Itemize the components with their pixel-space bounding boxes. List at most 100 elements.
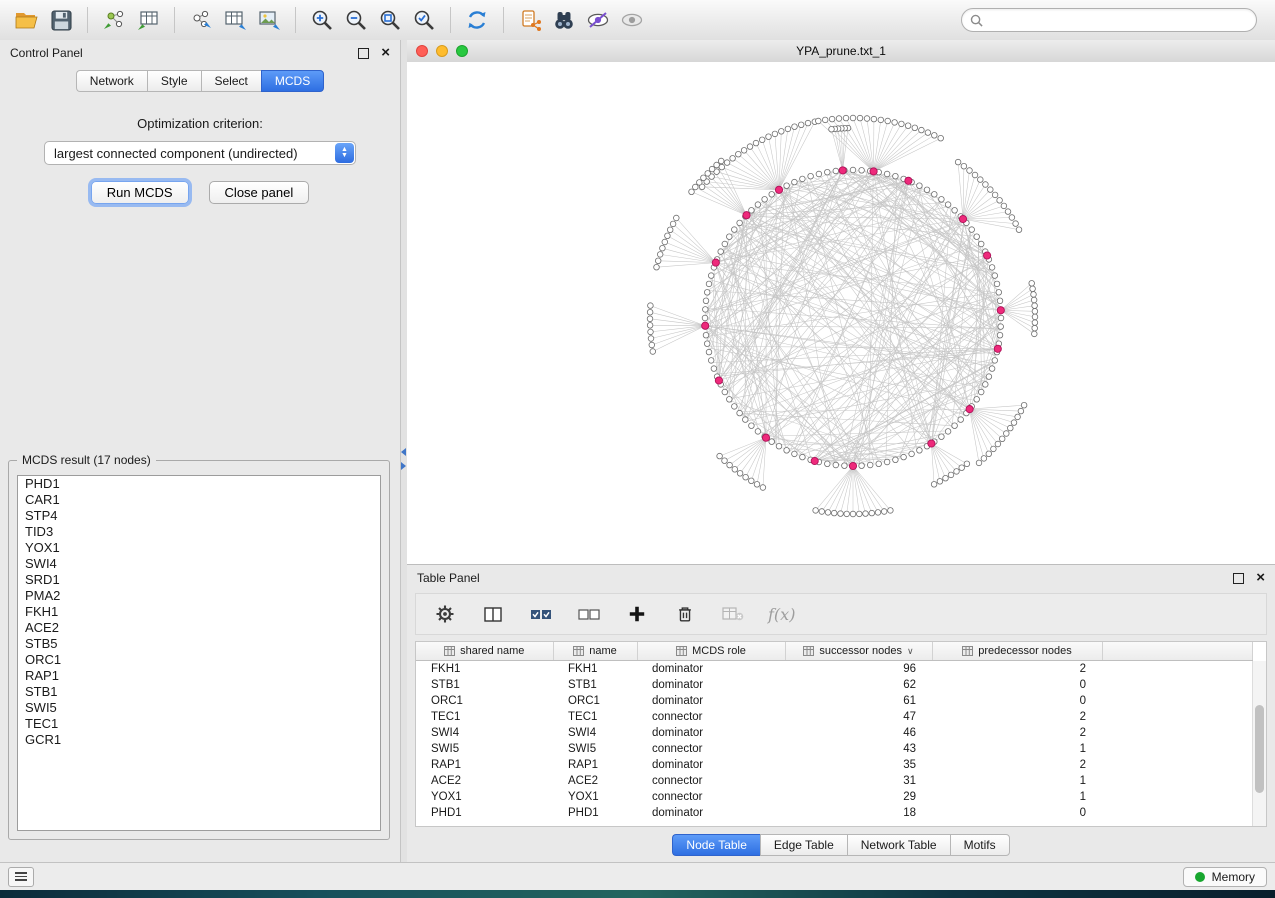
zoom-selected-button[interactable] xyxy=(407,5,441,35)
mcds-result-item[interactable]: ACE2 xyxy=(18,620,380,636)
mcds-result-item[interactable]: TEC1 xyxy=(18,716,380,732)
tab-motifs[interactable]: Motifs xyxy=(950,834,1010,856)
tab-edge-table[interactable]: Edge Table xyxy=(760,834,847,856)
network-window-titlebar[interactable]: YPA_prune.txt_1 xyxy=(407,40,1275,63)
column-icon xyxy=(573,646,584,656)
export-table-button[interactable] xyxy=(218,5,252,35)
zoom-out-button[interactable] xyxy=(339,5,373,35)
table-row[interactable]: PHD1PHD1dominator180 xyxy=(416,805,1253,821)
deselect-all-rows-button[interactable] xyxy=(576,601,602,627)
float-panel-icon[interactable] xyxy=(358,48,369,59)
select-all-rows-button[interactable] xyxy=(528,601,554,627)
table-row[interactable]: SWI5SWI5connector431 xyxy=(416,741,1253,757)
hide-edges-button[interactable] xyxy=(581,5,615,35)
delete-table-button[interactable] xyxy=(720,601,746,627)
mcds-result-item[interactable]: SWI5 xyxy=(18,700,380,716)
delete-column-button[interactable] xyxy=(672,601,698,627)
zoom-fit-button[interactable] xyxy=(373,5,407,35)
table-cell: STB1 xyxy=(553,677,637,693)
share-document-button[interactable] xyxy=(513,5,547,35)
table-cell: RAP1 xyxy=(553,757,637,773)
collapse-right-icon[interactable] xyxy=(401,462,406,470)
window-maximize-icon[interactable] xyxy=(456,45,468,57)
table-row[interactable]: ORC1ORC1dominator610 xyxy=(416,693,1253,709)
table-cell: 35 xyxy=(785,757,932,773)
close-table-panel-icon[interactable]: × xyxy=(1256,573,1265,583)
export-network-button[interactable] xyxy=(184,5,218,35)
tab-network[interactable]: Network xyxy=(76,70,147,92)
table-row[interactable]: FKH1FKH1dominator962 xyxy=(416,661,1253,678)
column-header-name[interactable]: name xyxy=(553,642,637,661)
function-builder-button[interactable]: f(x) xyxy=(768,605,795,624)
mcds-result-item[interactable]: PHD1 xyxy=(18,476,380,492)
window-close-icon[interactable] xyxy=(416,45,428,57)
tab-node-table[interactable]: Node Table xyxy=(672,834,760,856)
table-row[interactable]: YOX1YOX1connector291 xyxy=(416,789,1253,805)
list-icon xyxy=(15,872,27,874)
table-cell: 18 xyxy=(785,805,932,821)
table-scrollbar-thumb[interactable] xyxy=(1255,705,1264,793)
mcds-result-item[interactable]: TID3 xyxy=(18,524,380,540)
import-table-button[interactable] xyxy=(131,5,165,35)
close-panel-icon[interactable]: × xyxy=(381,48,390,58)
network-canvas[interactable] xyxy=(407,62,1275,564)
collapse-left-icon[interactable] xyxy=(401,448,406,456)
run-mcds-button[interactable]: Run MCDS xyxy=(91,181,189,204)
column-header-successor-nodes[interactable]: successor nodes ∨ xyxy=(785,642,932,661)
table-row[interactable]: STB1STB1dominator620 xyxy=(416,677,1253,693)
save-session-button[interactable] xyxy=(44,5,78,35)
export-image-button[interactable] xyxy=(252,5,286,35)
show-all-button[interactable] xyxy=(615,5,649,35)
global-search-field[interactable] xyxy=(961,8,1257,32)
open-session-button[interactable] xyxy=(10,5,44,35)
table-row[interactable]: TEC1TEC1connector472 xyxy=(416,709,1253,725)
table-scrollbar[interactable] xyxy=(1252,661,1266,826)
delete-table-icon xyxy=(722,606,744,622)
mcds-result-item[interactable]: FKH1 xyxy=(18,604,380,620)
zoom-in-button[interactable] xyxy=(305,5,339,35)
mcds-result-item[interactable]: STP4 xyxy=(18,508,380,524)
table-row[interactable]: ACE2ACE2connector311 xyxy=(416,773,1253,789)
column-header-predecessor-nodes[interactable]: predecessor nodes xyxy=(932,642,1102,661)
tab-network-table[interactable]: Network Table xyxy=(847,834,950,856)
table-row[interactable]: RAP1RAP1dominator352 xyxy=(416,757,1253,773)
mcds-result-item[interactable]: SRD1 xyxy=(18,572,380,588)
column-header-shared-name[interactable]: shared name xyxy=(416,642,553,661)
tab-style[interactable]: Style xyxy=(147,70,201,92)
task-history-button[interactable] xyxy=(8,867,34,887)
tab-mcds[interactable]: MCDS xyxy=(261,70,324,92)
refresh-view-button[interactable] xyxy=(460,5,494,35)
close-panel-button[interactable]: Close panel xyxy=(209,181,310,204)
float-table-panel-icon[interactable] xyxy=(1233,573,1244,584)
zoom-fit-icon xyxy=(379,9,402,32)
table-cell: 0 xyxy=(932,677,1102,693)
tab-select[interactable]: Select xyxy=(201,70,261,92)
mcds-result-item[interactable]: SWI4 xyxy=(18,556,380,572)
table-cell: SWI5 xyxy=(553,741,637,757)
criterion-dropdown[interactable]: largest connected component (undirected)… xyxy=(44,141,356,165)
mcds-result-item[interactable]: CAR1 xyxy=(18,492,380,508)
mcds-result-list[interactable]: PHD1CAR1STP4TID3YOX1SWI4SRD1PMA2FKH1ACE2… xyxy=(17,475,381,831)
column-icon xyxy=(803,646,814,656)
window-minimize-icon[interactable] xyxy=(436,45,448,57)
mcds-result-item[interactable]: YOX1 xyxy=(18,540,380,556)
import-network-button[interactable] xyxy=(97,5,131,35)
table-cell: TEC1 xyxy=(416,709,553,725)
mcds-result-item[interactable]: RAP1 xyxy=(18,668,380,684)
mcds-result-item[interactable]: ORC1 xyxy=(18,652,380,668)
column-header-filler xyxy=(1102,642,1253,661)
table-settings-button[interactable] xyxy=(432,601,458,627)
mcds-result-item[interactable]: GCR1 xyxy=(18,732,380,748)
table-row[interactable]: SWI4SWI4dominator462 xyxy=(416,725,1253,741)
search-network-button[interactable] xyxy=(547,5,581,35)
memory-button[interactable]: Memory xyxy=(1183,867,1267,887)
mcds-result-item[interactable]: STB5 xyxy=(18,636,380,652)
mcds-result-item[interactable]: STB1 xyxy=(18,684,380,700)
add-column-button[interactable] xyxy=(624,601,650,627)
table-cell: SWI4 xyxy=(416,725,553,741)
show-column-button[interactable] xyxy=(480,601,506,627)
search-input[interactable] xyxy=(988,12,1248,28)
network-graph[interactable] xyxy=(407,62,1275,564)
mcds-result-item[interactable]: PMA2 xyxy=(18,588,380,604)
column-header-mcds-role[interactable]: MCDS role xyxy=(637,642,785,661)
